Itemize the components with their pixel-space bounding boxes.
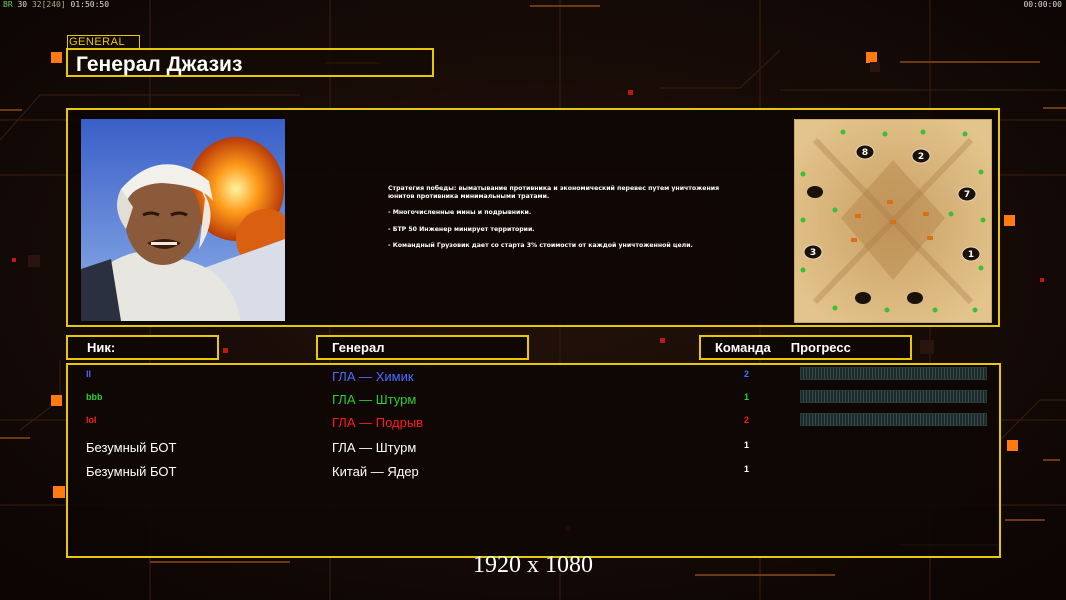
column-header-team-progress: Команда Прогресс	[699, 335, 912, 360]
column-header-progress: Прогресс	[790, 340, 851, 355]
player-general: ГЛА — Штурм	[332, 440, 417, 455]
strategy-line: - БТР 50 Инженер минирует территории.	[388, 225, 535, 233]
player-general: ГЛА — Подрыв	[332, 415, 424, 430]
player-row: Безумный БОТ ГЛА — Штурм 1	[68, 436, 999, 458]
player-nick: Безумный БОТ	[86, 440, 177, 455]
hud-value-c: [240]	[41, 0, 66, 9]
player-nick: ll	[86, 369, 92, 379]
player-row: ll ГЛА — Химик 2	[68, 365, 999, 387]
player-row: lol ГЛА — Подрыв 2	[68, 411, 999, 433]
loading-progress-bar	[800, 367, 987, 380]
map-start-label: 3	[810, 248, 816, 258]
column-header-general: Генерал	[316, 335, 529, 360]
strategy-line: - Командный Грузовик дает со старта 3% с…	[388, 241, 693, 249]
hud-stats: ВR 30 32[240] 01:50:50	[3, 0, 109, 9]
hud-time-left: 01:50:50	[70, 0, 110, 9]
player-row: Безумный БОТ Китай — Ядер 1	[68, 460, 999, 482]
strategy-description: Стратегия победы: выматывание противника…	[388, 185, 738, 258]
column-header-nick: Ник:	[66, 335, 219, 360]
general-tag: GENERAL	[67, 35, 140, 49]
player-general: Китай — Ядер	[332, 464, 419, 479]
player-team: 1	[744, 392, 750, 402]
resolution-label: 1920 x 1080	[473, 552, 593, 578]
player-general: ГЛА — Штурм	[332, 392, 417, 407]
map-start-label: 7	[964, 190, 970, 200]
map-start-label: 2	[918, 152, 924, 162]
loading-progress-bar	[800, 413, 987, 426]
hud-value-a: 30	[17, 0, 28, 9]
hud-value-b: 32	[31, 0, 42, 9]
loading-progress-bar	[800, 390, 987, 403]
strategy-line: Стратегия победы: выматывание противника…	[388, 185, 720, 201]
player-team: 1	[744, 440, 750, 450]
general-name: Генерал Джазиз	[66, 48, 434, 77]
map-preview: 8 2 7 3 1	[794, 119, 992, 323]
map-start-label: 8	[862, 148, 868, 158]
player-team: 1	[744, 464, 750, 474]
player-row: bbb ГЛА — Штурм 1	[68, 388, 999, 410]
player-nick: Безумный БОТ	[86, 464, 177, 479]
map-start-label: 1	[968, 250, 974, 260]
player-general: ГЛА — Химик	[332, 369, 414, 384]
player-team: 2	[744, 415, 750, 425]
players-list: ll ГЛА — Химик 2 bbb ГЛА — Штурм 1 lol Г…	[66, 363, 1001, 558]
general-info-panel: Стратегия победы: выматывание противника…	[66, 108, 1000, 327]
column-header-team: Команда	[715, 340, 771, 355]
player-nick: bbb	[86, 392, 103, 402]
player-nick: lol	[86, 415, 97, 425]
general-portrait	[81, 119, 285, 321]
hud-clock: 00:00:00	[1023, 0, 1062, 9]
strategy-line: - Многочисленные мины и подрывники.	[388, 209, 532, 217]
hud-prefix: ВR	[3, 0, 13, 9]
player-team: 2	[744, 369, 750, 379]
